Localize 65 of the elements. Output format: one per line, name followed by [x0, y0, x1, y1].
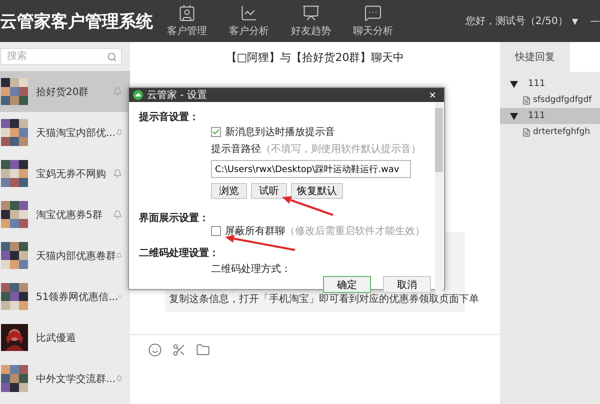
cloud-icon: [133, 90, 143, 100]
tree-leaf[interactable]: sfsdgdfgdfgdf: [500, 92, 600, 108]
search-icon: [107, 52, 117, 62]
nav-item[interactable]: 好友趋势: [284, 4, 338, 38]
arrow-annotation: [282, 196, 334, 216]
section-heading: 提示音设置：: [139, 110, 199, 123]
user-greeting: 您好，测试号（2/50）: [465, 14, 568, 28]
cancel-button[interactable]: 取消: [383, 276, 431, 293]
tree-group[interactable]: 111: [500, 76, 600, 92]
search-input[interactable]: 搜索: [5, 49, 107, 64]
chat-bubble-icon: [364, 4, 382, 22]
qr-method-label: 二维码处理方式：: [211, 262, 291, 276]
chat-list-item[interactable]: 天猫内部优惠卷群: [0, 235, 130, 276]
chat-list-item[interactable]: 宝妈无券不网购: [0, 153, 130, 194]
section-heading: 二维码处理设置：: [139, 246, 219, 259]
id-card-icon: [178, 4, 196, 22]
expand-icon[interactable]: [510, 80, 518, 88]
quick-reply-tab[interactable]: 快捷回复: [500, 42, 570, 72]
document-icon: [522, 128, 531, 136]
path-label: 提示音路径（不填写，则使用软件默认提示音）: [211, 142, 421, 156]
search-field[interactable]: 搜索: [0, 48, 122, 65]
chat-title: 【□阿狸】与【拾好货20群】聊天中: [226, 50, 404, 64]
nav-item[interactable]: 客户管理: [160, 4, 214, 38]
chat-name: 宝妈无券不网购: [36, 168, 107, 180]
confirm-button[interactable]: 确定: [323, 276, 371, 293]
dialog-button[interactable]: 试听: [251, 183, 287, 199]
chat-name: 天猫内部优惠卷群: [36, 250, 116, 262]
section-heading: 界面展示设置：: [139, 212, 209, 224]
chat-name: 51领券网优惠信...: [36, 290, 118, 304]
chat-list-item[interactable]: 比武優遁: [0, 317, 130, 358]
document-icon: [522, 96, 531, 104]
checkbox[interactable]: [211, 226, 221, 236]
presentation-icon: [302, 4, 320, 22]
chat-list-item[interactable]: 淘宝优惠券5群: [0, 194, 130, 235]
checkbox-label: 新消息到达时播放提示音: [225, 126, 335, 139]
arrow-annotation: [225, 234, 296, 251]
smiley-icon[interactable]: [148, 343, 162, 357]
expand-icon[interactable]: [510, 112, 518, 120]
chat-name: 比武優遁: [36, 332, 77, 344]
chat-list-item[interactable]: 51领券网优惠信...: [0, 276, 130, 317]
nav-item[interactable]: 聊天分析: [346, 4, 400, 38]
dialog-title: 云管家 - 设置: [147, 88, 208, 102]
scrollbar[interactable]: [435, 102, 443, 295]
scissors-icon[interactable]: [172, 343, 186, 357]
folder-icon[interactable]: [196, 343, 210, 357]
caret-icon[interactable]: ▼: [572, 16, 578, 26]
dialog-button[interactable]: 恢复默认: [291, 183, 343, 199]
tree-leaf[interactable]: drtertefghfgh: [500, 124, 600, 140]
checkbox-label: 屏蔽所有群聊（修改后需重启软件才能生效）: [225, 224, 425, 238]
chat-name: 中外文学交流群...: [36, 372, 116, 386]
chart-icon: [240, 4, 258, 22]
chat-name: 淘宝优惠券5群: [36, 208, 104, 222]
minimize-button[interactable]: —: [590, 16, 600, 26]
chat-name: 天猫淘宝内部优...: [36, 126, 116, 140]
chat-list-item[interactable]: 中外文学交流群...: [0, 358, 130, 399]
path-field[interactable]: C:\Users\rwx\Desktop\踩叶运动鞋运行.wav: [211, 160, 411, 178]
chat-name: 拾好货20群: [36, 86, 90, 98]
app-title: 云管家客户管理系统: [0, 10, 154, 32]
chat-list-item[interactable]: 天猫淘宝内部优...: [0, 112, 130, 153]
checkbox[interactable]: [211, 127, 221, 137]
chat-list-item[interactable]: 拾好货20群: [0, 71, 130, 112]
close-button[interactable]: ×: [424, 88, 440, 102]
nav-item[interactable]: 客户分析: [222, 4, 276, 38]
tree-group[interactable]: 111: [500, 108, 600, 124]
dialog-button[interactable]: 浏览: [211, 183, 247, 199]
